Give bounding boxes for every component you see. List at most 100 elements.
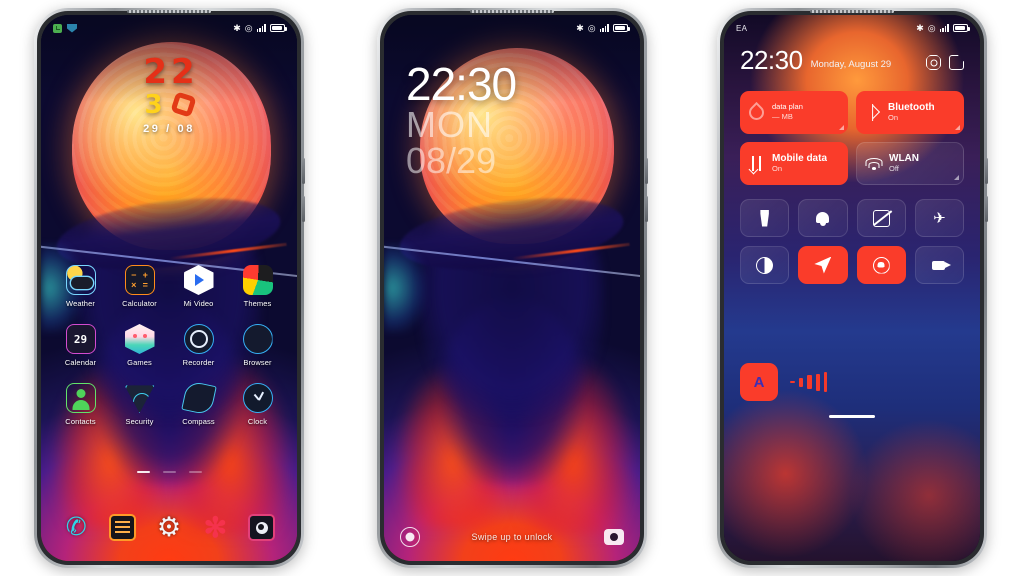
lockscreen-time: 22:30 <box>406 58 517 110</box>
app-calculator[interactable]: − + × = Calculator <box>113 265 167 308</box>
tile-wlan[interactable]: WLAN Off <box>856 142 964 185</box>
app-clock[interactable]: Clock <box>231 383 285 426</box>
tile-title: Mobile data <box>772 152 828 164</box>
video-camera-icon <box>931 260 951 270</box>
edit-icon[interactable] <box>949 55 964 70</box>
tile-expand-icon[interactable] <box>839 125 844 130</box>
app-label: Weather <box>66 299 95 308</box>
phone-frame: ✱ ◎ 22:30 MON 08/29 Swipe up to unlock <box>377 8 648 568</box>
clock-icon <box>242 383 273 413</box>
airplane-mode-toggle[interactable] <box>914 199 964 237</box>
earpiece-speaker <box>470 10 554 13</box>
app-label: Games <box>127 358 152 367</box>
app-calendar[interactable]: 29 Calendar <box>54 324 108 367</box>
app-contacts[interactable]: Contacts <box>54 383 108 426</box>
dark-mode-toggle[interactable] <box>740 246 790 284</box>
auto-brightness-button[interactable]: A <box>740 363 778 401</box>
games-icon <box>124 324 155 354</box>
phone-screen: ✱ ◎ 2 2 3 29 / 08 Weather − + × = Calcul… <box>41 15 297 561</box>
phone-bezel: EA ✱ ◎ 22:30 Monday, August 29 data plan… <box>720 11 984 565</box>
gear-icon[interactable] <box>926 55 941 70</box>
phone-bezel: ✱ ◎ 22:30 MON 08/29 Swipe up to unlock <box>380 11 644 565</box>
rotation-lock-toggle[interactable] <box>856 246 906 284</box>
power-button[interactable] <box>302 196 305 222</box>
gear-icon[interactable] <box>155 514 182 541</box>
calculator-icon: − + × = <box>124 265 155 295</box>
earpiece-speaker <box>127 10 211 13</box>
message-icon[interactable] <box>109 514 137 541</box>
cast-toggle[interactable] <box>856 199 906 237</box>
weather-icon <box>65 265 96 295</box>
phone-icon[interactable] <box>63 514 90 541</box>
app-label: Calendar <box>64 358 97 367</box>
volume-button[interactable] <box>302 158 305 184</box>
app-label: Themes <box>243 299 272 308</box>
flower-icon[interactable] <box>202 514 229 541</box>
home-indicator[interactable] <box>829 415 875 418</box>
cc-time: 22:30 <box>740 45 803 75</box>
voice-assistant-icon[interactable] <box>400 527 420 547</box>
quick-setting-tiles: data plan — MB Bluetooth On Mobile data … <box>740 91 964 185</box>
app-recorder[interactable]: Recorder <box>172 324 226 367</box>
tile-expand-icon[interactable] <box>954 175 959 180</box>
tile-subtitle: — MB <box>772 111 793 121</box>
widget-hour-digit-1: 2 <box>143 52 167 92</box>
app-label: Compass <box>182 417 215 426</box>
screen-recorder-toggle[interactable] <box>914 246 964 284</box>
app-browser[interactable]: Browser <box>231 324 285 367</box>
status-bar: ✱ ◎ <box>41 15 297 41</box>
dark-mode-icon <box>756 256 774 274</box>
app-security[interactable]: Security <box>113 383 167 426</box>
camera-icon[interactable] <box>603 529 624 545</box>
power-button[interactable] <box>645 196 648 222</box>
page-indicator[interactable] <box>41 470 297 473</box>
power-button[interactable] <box>985 196 988 222</box>
app-label: Mi Video <box>183 299 214 308</box>
bluetooth-icon <box>864 104 881 121</box>
camera-icon[interactable] <box>248 514 276 541</box>
wifi-icon <box>865 155 882 172</box>
contacts-icon <box>65 383 96 413</box>
widget-minute-digit-1: 3 <box>144 89 163 120</box>
volume-button[interactable] <box>645 158 648 184</box>
volume-button[interactable] <box>985 158 988 184</box>
location-toggle[interactable] <box>798 246 848 284</box>
signal-icon <box>599 24 609 32</box>
app-row-2: 29 Calendar Games Recorder Browser <box>51 324 287 367</box>
bluetooth-icon: ✱ <box>916 22 924 33</box>
brightness-row: A <box>740 363 964 401</box>
tile-bluetooth[interactable]: Bluetooth On <box>856 91 964 134</box>
tile-subtitle: Off <box>889 164 899 174</box>
app-compass[interactable]: Compass <box>172 380 226 426</box>
tile-title: WLAN <box>889 152 919 164</box>
mi-video-icon <box>183 265 214 295</box>
widget-minute-digit-2 <box>169 91 197 118</box>
battery-icon <box>953 24 970 32</box>
app-themes[interactable]: Themes <box>231 265 285 308</box>
tile-mobile-data[interactable]: Mobile data On <box>740 142 848 185</box>
app-mi-video[interactable]: Mi Video <box>172 265 226 308</box>
brightness-slider[interactable] <box>790 372 964 392</box>
phone-frame: ✱ ◎ 2 2 3 29 / 08 Weather − + × = Calcul… <box>34 8 305 568</box>
app-label: Contacts <box>65 417 96 426</box>
bluetooth-icon: ✱ <box>576 22 584 33</box>
tile-expand-icon[interactable] <box>955 125 960 130</box>
tile-data-plan[interactable]: data plan — MB <box>740 91 848 134</box>
phone-screen: EA ✱ ◎ 22:30 Monday, August 29 data plan… <box>724 15 980 561</box>
tile-subtitle: On <box>772 164 783 174</box>
status-bar: EA ✱ ◎ <box>724 15 980 41</box>
compass-icon <box>180 380 217 416</box>
app-label: Security <box>125 417 154 426</box>
app-weather[interactable]: Weather <box>54 265 108 308</box>
phone-frame: EA ✱ ◎ 22:30 Monday, August 29 data plan… <box>717 8 988 568</box>
quick-toggle-grid <box>740 199 964 284</box>
clock-widget[interactable]: 2 2 3 29 / 08 <box>41 52 297 135</box>
ring-toggle[interactable] <box>798 199 848 237</box>
app-games[interactable]: Games <box>113 324 167 367</box>
flashlight-icon <box>760 209 769 227</box>
lockscreen-bottom-bar: Swipe up to unlock <box>384 527 640 547</box>
rotation-lock-icon <box>872 256 890 274</box>
flashlight-toggle[interactable] <box>740 199 790 237</box>
dock <box>41 514 297 541</box>
app-label: Browser <box>243 358 272 367</box>
